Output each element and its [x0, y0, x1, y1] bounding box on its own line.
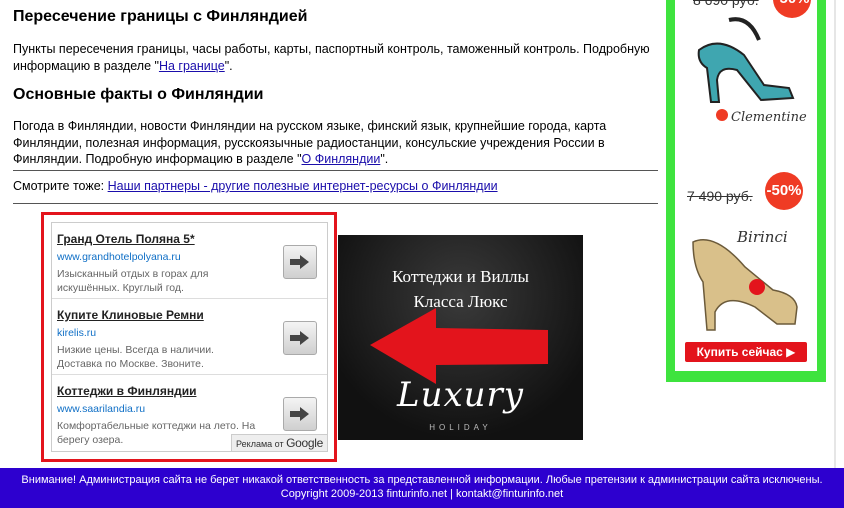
section-title-border: Пересечение границы с Финляндией [13, 8, 308, 25]
ad-title[interactable]: Коттеджи в Финляндии [57, 384, 196, 398]
section-text-facts: Погода в Финляндии, новости Финляндии на… [13, 119, 607, 166]
old-price: 7 490 руб. [687, 188, 753, 204]
ad-url[interactable]: kirelis.ru [57, 327, 96, 339]
ad-item[interactable]: Купите Клиновые Ремни kirelis.ru Низкие … [52, 299, 327, 375]
arrow-left-icon [370, 308, 548, 384]
divider [13, 203, 658, 204]
arrow-right-icon [290, 331, 309, 345]
ad-arrow-button[interactable] [283, 397, 317, 431]
link-border[interactable]: На границе [159, 59, 225, 73]
ad-url[interactable]: www.grandhotelpolyana.ru [57, 251, 181, 263]
footer-copyright-link[interactable]: Copyright 2009-2013 finturinfo.net | kon… [281, 488, 563, 500]
luxury-logo-sub: HOLIDAY [429, 423, 492, 432]
footer-notice: Внимание! Администрация сайта не берет н… [21, 474, 823, 486]
ad-arrow-button[interactable] [283, 245, 317, 279]
divider [13, 170, 658, 171]
ad-description: Комфортабельные коттеджи на лето. На бер… [57, 420, 256, 446]
buy-now-button[interactable]: Купить сейчас ▶ [685, 342, 807, 362]
ad-item[interactable]: Гранд Отель Поляна 5* www.grandhotelpoly… [52, 223, 327, 299]
section-title-facts: Основные факты о Финляндии [13, 86, 264, 103]
ads-block: Гранд Отель Поляна 5* www.grandhotelpoly… [41, 212, 337, 462]
ad-title[interactable]: Гранд Отель Поляна 5* [57, 232, 195, 246]
brand-name: Clementine [731, 110, 807, 125]
leaf-icon [716, 109, 728, 121]
ad-url[interactable]: www.saarilandia.ru [57, 403, 145, 415]
ad-arrow-button[interactable] [283, 321, 317, 355]
banner-line: Коттеджи и Виллы [392, 267, 529, 286]
link-about-finland[interactable]: О Финляндии [302, 152, 381, 166]
section-text-border: Пункты пересечения границы, часы работы,… [13, 42, 650, 73]
arrow-right-icon [290, 407, 309, 421]
shoe-banner[interactable]: 8 690 руб. -50% Clementine 7 490 руб. -5… [666, 0, 826, 382]
divider [834, 0, 836, 468]
ads-by-google-tag[interactable]: Реклама от Google [231, 434, 327, 451]
footer-copyright: Copyright 2009-2013 finturinfo.net | kon… [0, 487, 844, 501]
shoe-image [692, 239, 798, 331]
sandal-image [697, 17, 795, 103]
ad-title[interactable]: Купите Клиновые Ремни [57, 308, 204, 322]
shoe-banner-inner: 8 690 руб. -50% Clementine 7 490 руб. -5… [675, 0, 817, 371]
ad-description: Изысканный отдых в горах для искушённых.… [57, 268, 209, 294]
arrow-right-icon [290, 255, 309, 269]
discount-badge: -50% [765, 172, 803, 210]
see-also: Смотрите тоже: Наши партнеры - другие по… [13, 179, 498, 193]
old-price: 8 690 руб. [693, 0, 759, 8]
link-partners[interactable]: Наши партнеры - другие полезные интернет… [108, 179, 498, 193]
ad-description: Низкие цены. Всегда в наличии. Доставка … [57, 344, 214, 370]
footer: Внимание! Администрация сайта не берет н… [0, 468, 844, 508]
ads-list: Гранд Отель Поляна 5* www.grandhotelpoly… [51, 222, 328, 452]
